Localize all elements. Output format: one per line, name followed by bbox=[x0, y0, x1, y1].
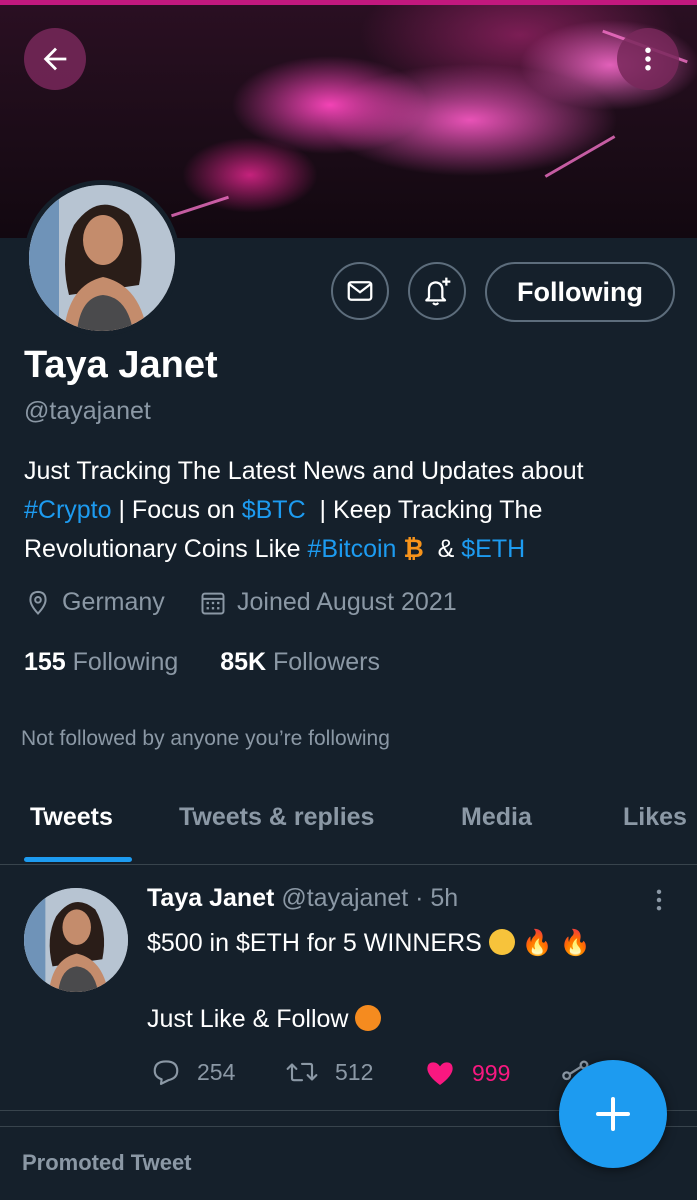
avatar-photo bbox=[24, 888, 128, 992]
bio-line-1: Just Tracking The Latest News and Update… bbox=[24, 457, 584, 485]
profile-name: Taya Janet bbox=[24, 344, 218, 386]
back-button[interactable] bbox=[24, 28, 86, 90]
not-followed-notice: Not followed by anyone you’re following bbox=[21, 727, 390, 750]
more-options-button[interactable] bbox=[617, 28, 679, 90]
fire-emoji-icon: 🔥 bbox=[521, 929, 553, 957]
plus-icon bbox=[596, 1097, 630, 1131]
promoted-tweet-label: Promoted Tweet bbox=[22, 1150, 192, 1175]
avatar-photo bbox=[29, 185, 175, 331]
retweet-icon bbox=[286, 1062, 318, 1082]
tweet-line-1-text: $500 in $ETH for 5 WINNERS bbox=[147, 929, 489, 957]
profile-location: Germany bbox=[24, 588, 165, 617]
tabs-divider bbox=[0, 864, 697, 865]
hashtag-bitcoin-link[interactable]: #Bitcoin bbox=[307, 535, 396, 563]
following-label: Following bbox=[65, 648, 179, 676]
followers-count-link[interactable]: 85K Followers bbox=[220, 648, 380, 676]
cashtag-btc-link[interactable]: $BTC bbox=[242, 496, 306, 524]
heart-icon bbox=[427, 1062, 453, 1085]
tab-media[interactable]: Media bbox=[461, 803, 532, 832]
bio-text: | Focus on bbox=[111, 496, 242, 524]
followers-count: 85K bbox=[220, 648, 267, 676]
bio-text: & bbox=[423, 535, 462, 563]
fire-emoji-icon: 🔥 bbox=[559, 929, 591, 957]
retweet-button[interactable]: 512 bbox=[285, 1057, 373, 1087]
bio-line-2: #Crypto | Focus on $BTC | Keep Tracking … bbox=[24, 491, 684, 530]
bitcoin-symbol-icon: ₿ bbox=[403, 535, 424, 563]
tweet-more-button[interactable] bbox=[645, 886, 673, 919]
tweet-header: Taya Janet @tayajanet · 5h bbox=[147, 884, 458, 913]
bell-plus-icon bbox=[425, 277, 451, 306]
mail-icon bbox=[347, 281, 373, 301]
hashtag-crypto-link[interactable]: #Crypto bbox=[24, 496, 112, 524]
location-text: Germany bbox=[62, 588, 165, 616]
reply-button[interactable]: 254 bbox=[151, 1057, 235, 1087]
tweet-line-2-text: Just Like & Follow bbox=[147, 1005, 356, 1033]
back-arrow-icon bbox=[43, 47, 67, 71]
bio-line-3: Revolutionary Coins Like #Bitcoin ₿ & $E… bbox=[24, 530, 684, 569]
cashtag-eth-link[interactable]: $ETH bbox=[461, 535, 525, 563]
tweet-line-1: $500 in $ETH for 5 WINNERS 🔥 🔥 bbox=[147, 924, 591, 962]
profile-counts: 155 Following 85K Followers bbox=[24, 648, 380, 677]
tweet-author-name[interactable]: Taya Janet bbox=[147, 884, 274, 912]
retweet-count: 512 bbox=[335, 1058, 374, 1085]
jack-o-lantern-emoji-icon bbox=[355, 1005, 382, 1031]
more-vertical-icon bbox=[645, 47, 651, 71]
profile-avatar[interactable] bbox=[24, 180, 180, 336]
active-tab-indicator bbox=[24, 857, 132, 862]
following-button[interactable]: Following bbox=[485, 262, 675, 322]
message-button[interactable] bbox=[331, 262, 389, 320]
tab-tweets-replies[interactable]: Tweets & replies bbox=[179, 803, 374, 832]
compose-tweet-button[interactable] bbox=[559, 1060, 667, 1168]
notifications-button[interactable] bbox=[408, 262, 466, 320]
tweet-line-2: Just Like & Follow bbox=[147, 1000, 591, 1038]
followers-label: Followers bbox=[266, 648, 380, 676]
tab-tweets[interactable]: Tweets bbox=[30, 803, 113, 832]
tab-likes[interactable]: Likes bbox=[623, 803, 687, 832]
reply-icon bbox=[153, 1060, 179, 1085]
profile-bio: Just Tracking The Latest News and Update… bbox=[24, 452, 684, 569]
tweet-text: $500 in $ETH for 5 WINNERS 🔥 🔥 Just Like… bbox=[147, 924, 591, 1038]
tweet-handle-time: @tayajanet · 5h bbox=[274, 884, 459, 912]
bio-text: Revolutionary Coins Like bbox=[24, 535, 308, 563]
profile-handle: @tayajanet bbox=[24, 397, 151, 425]
location-pin-icon bbox=[29, 590, 47, 615]
profile-joined: Joined August 2021 bbox=[199, 588, 457, 617]
reply-count: 254 bbox=[197, 1058, 236, 1085]
following-count: 155 bbox=[24, 648, 66, 676]
like-button[interactable]: 999 bbox=[424, 1057, 510, 1089]
bio-text: | Keep Tracking The bbox=[305, 496, 543, 524]
tweet-author-avatar[interactable] bbox=[24, 888, 128, 992]
joined-text: Joined August 2021 bbox=[237, 588, 457, 616]
heart-eyes-emoji-icon bbox=[488, 929, 515, 955]
more-vertical-icon bbox=[656, 889, 662, 911]
following-count-link[interactable]: 155 Following bbox=[24, 648, 178, 676]
calendar-icon bbox=[201, 592, 225, 614]
like-count: 999 bbox=[472, 1059, 511, 1086]
